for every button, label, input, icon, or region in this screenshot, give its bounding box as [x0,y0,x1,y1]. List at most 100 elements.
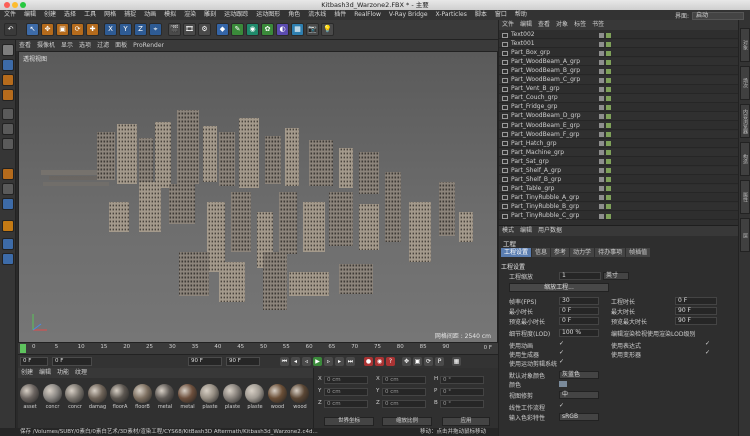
attribute-menu-item[interactable]: 模式 [499,226,517,236]
material-swatch[interactable] [132,384,152,403]
timeline-ruler[interactable]: 0 F 0 5 10 15 20 25 30 35 40 45 50 55 60 65 70 75 80 85 90 [18,343,498,355]
attribute-menu-item[interactable]: 编辑 [517,226,535,236]
camera-icon[interactable]: 📷 [306,23,319,36]
attribute-tab[interactable]: 帧插值 [626,248,651,257]
position-field[interactable]: 0 cm [324,388,368,396]
object-row[interactable]: Part_Vent_B_grp [499,85,739,94]
enable-toggle[interactable] [606,159,611,165]
perspective-viewport[interactable]: 透视视图 网格间距: 2540 cm [18,51,498,343]
grid-icon[interactable] [2,238,14,250]
object-menu-item[interactable]: 标签 [571,20,589,30]
object-row[interactable]: Part_WoodBeam_E_grp [499,122,739,130]
render-view-icon[interactable]: 🎬 [168,23,181,36]
zoom-window-button[interactable] [20,2,26,8]
key-scale-icon[interactable]: ▣ [413,357,422,366]
object-menu-item[interactable]: 书签 [589,20,607,30]
texture-mode-icon[interactable] [2,74,14,86]
keyframe-selection-icon[interactable]: ? [386,357,395,366]
size-field[interactable]: 0 cm [382,400,426,408]
menu-item[interactable]: 捕捉 [120,10,140,20]
object-menu-item[interactable]: 查看 [535,20,553,30]
material-menu-item[interactable]: 功能 [54,368,72,378]
project-scale-field[interactable]: 1 [559,272,601,280]
enable-toggle[interactable] [606,50,611,56]
material-swatch[interactable] [87,384,107,403]
edges-mode-icon[interactable] [2,123,14,135]
visibility-toggle[interactable] [599,132,604,138]
workplane-icon[interactable] [2,89,14,101]
menu-item[interactable]: 工具 [80,10,100,20]
menu-item[interactable]: 创建 [40,10,60,20]
snap-icon[interactable] [2,198,14,210]
coordinate-system-icon[interactable]: ⌖ [149,23,162,36]
linear-workflow-checkbox[interactable]: ✓ [559,403,564,409]
go-to-start-icon[interactable]: ⏮ [280,357,289,366]
model-mode-icon[interactable] [2,59,14,71]
material-menu-item[interactable]: 创建 [18,368,36,378]
enable-toggle[interactable] [606,195,611,201]
visibility-toggle[interactable] [599,177,604,183]
object-row[interactable]: Part_Shelf_B_grp [499,176,739,185]
material-swatch[interactable] [110,384,129,403]
make-editable-icon[interactable] [2,44,14,56]
material-menu-item[interactable]: 编辑 [36,368,54,378]
x-axis-icon[interactable]: X [104,23,117,36]
use-animation-checkbox[interactable]: ✓ [559,341,564,347]
key-rotation-icon[interactable]: ⟳ [424,357,433,366]
object-row[interactable]: Part_Shelf_A_grp [499,166,739,176]
layout-dropdown[interactable]: 启动 [692,11,744,20]
enable-toggle[interactable] [606,86,611,92]
preview-min-field[interactable]: 0 F [559,317,599,325]
attribute-tab[interactable]: 工程设置 [501,248,532,257]
project-scale-unit-dropdown[interactable]: 英寸 [603,272,629,280]
enable-toggle[interactable] [606,104,611,110]
object-row[interactable]: Part_Box_grp [499,49,739,58]
max-time-field[interactable]: 90 F [675,307,717,315]
material-swatch[interactable] [267,384,287,403]
previous-key-icon[interactable]: ◂ [291,357,300,366]
object-row[interactable]: Part_WoodBeam_B_grp [499,67,739,76]
points-mode-icon[interactable] [2,108,14,120]
attribute-tab[interactable]: 动力学 [570,248,595,257]
rotate-icon[interactable]: ⟳ [71,23,84,36]
menu-item[interactable]: 插件 [330,10,350,20]
object-row[interactable]: Part_WoodBeam_C_grp [499,76,739,85]
end-frame-field[interactable]: 90 F [188,357,222,366]
material-swatch[interactable] [290,384,309,403]
render-picture-viewer-icon[interactable]: 🎞 [183,23,196,36]
enable-toggle[interactable] [606,204,611,210]
deformer-icon[interactable]: ◐ [276,23,289,36]
cube-icon[interactable]: ◆ [216,23,229,36]
previous-frame-icon[interactable]: ◃ [302,357,311,366]
visibility-toggle[interactable] [599,195,604,201]
enable-toggle[interactable] [606,141,611,147]
play-icon[interactable]: ▶ [313,357,322,366]
attribute-tab[interactable]: 信息 [532,248,551,257]
enable-toggle[interactable] [606,213,611,219]
viewport-menu-item[interactable]: 面板 [112,40,130,51]
viewport-menu-item[interactable]: 选项 [76,40,94,51]
viewport-menu-item[interactable]: 过滤 [94,40,112,51]
object-row[interactable]: Part_Hatch_grp [499,140,739,148]
lod-field[interactable]: 100 % [559,329,599,337]
light-icon[interactable]: 💡 [321,23,334,36]
menu-item[interactable]: 雕刻 [200,10,220,20]
project-duration-field[interactable]: 0 F [675,297,717,305]
polygons-mode-icon[interactable] [2,138,14,150]
close-window-button[interactable] [4,2,10,8]
enable-toggle[interactable] [606,177,611,183]
visibility-toggle[interactable] [599,86,604,92]
viewport-menu-item[interactable]: 显示 [58,40,76,51]
material-swatch[interactable] [65,384,84,403]
menu-item[interactable]: X-Particles [432,10,471,20]
input-color-profile-dropdown[interactable]: sRGB [559,413,599,421]
visibility-toggle[interactable] [599,186,604,192]
apply-button[interactable]: 应用 [442,417,490,426]
material-swatch[interactable] [245,384,264,403]
cloner-icon[interactable]: ✿ [261,23,274,36]
rotation-field[interactable]: 0 ° [440,388,484,396]
scale-mode-dropdown[interactable]: 缩放比例 [382,417,432,426]
viewport-menu-item[interactable]: 摄像机 [34,40,58,51]
minimize-window-button[interactable] [12,2,18,8]
side-tab[interactable]: 属性 [740,180,750,214]
